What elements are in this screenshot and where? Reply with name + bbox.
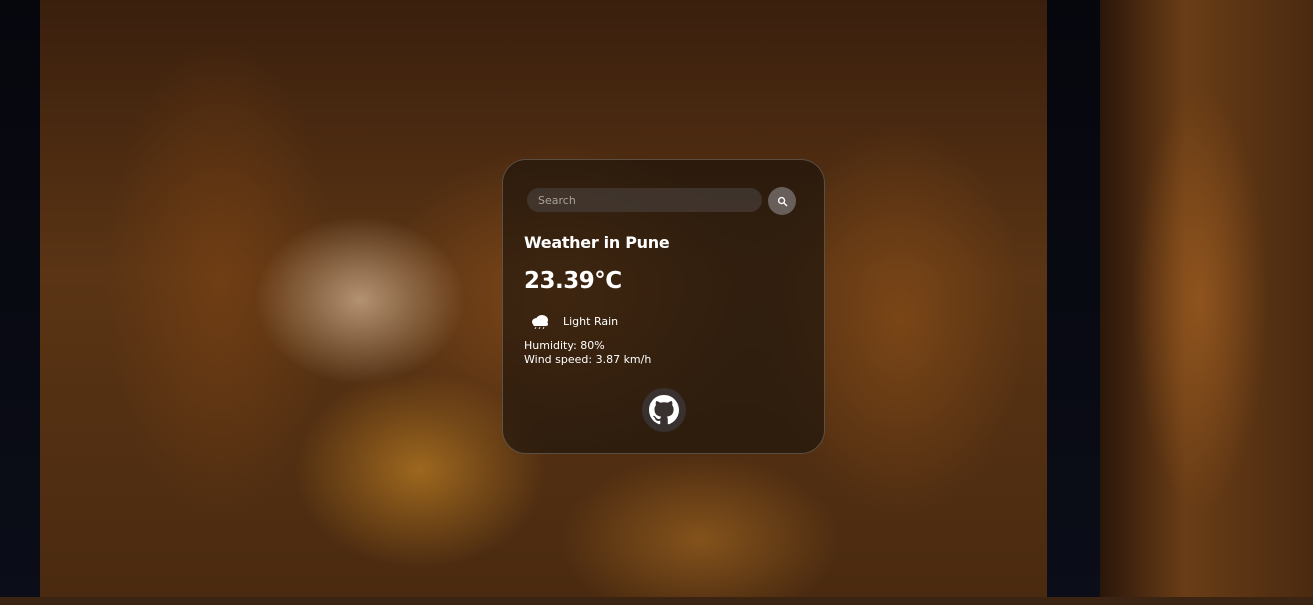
temperature: 23.39°C [524,268,622,294]
weather-card: Weather in Pune 23.39°C Light Rain Humid… [502,159,825,454]
background-pillar-right [1100,0,1313,605]
page: Weather in Pune 23.39°C Light Rain Humid… [0,0,1313,605]
github-link[interactable] [642,388,686,432]
search-bar [527,187,797,215]
search-button[interactable] [768,187,796,215]
background-bottom-strip [0,597,1313,605]
condition-label: Light Rain [563,314,619,328]
search-input[interactable] [527,188,762,212]
wind-speed-label: Wind speed: 3.87 km/h [524,353,652,366]
weather-condition: Light Rain [529,311,618,331]
background-edge-left [0,0,40,605]
background-edge-right [1047,0,1107,605]
weather-title: Weather in Pune [524,233,670,252]
search-icon [777,196,787,206]
cloud-rain-icon [532,315,548,329]
humidity-label: Humidity: 80% [524,339,605,352]
github-icon [649,395,679,425]
